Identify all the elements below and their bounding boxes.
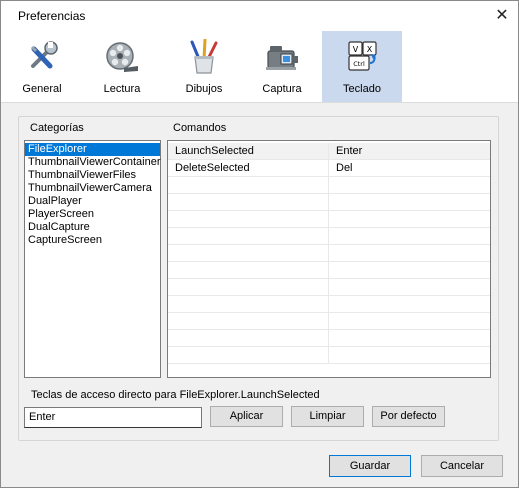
tab-teclado[interactable]: V X Ctrl Teclado [322, 31, 402, 102]
preferences-window: Preferencias ✕ General Lectura Dibujos C… [0, 0, 519, 488]
tab-dibujos[interactable]: Dibujos [175, 31, 233, 102]
keyboard-keys-icon: V X Ctrl [348, 41, 377, 71]
table-row [168, 211, 490, 228]
table-row [168, 347, 490, 364]
table-row [168, 245, 490, 262]
table-row [168, 330, 490, 347]
table-row [168, 279, 490, 296]
table-row [168, 296, 490, 313]
table-row [168, 313, 490, 330]
clear-button[interactable]: Limpiar [291, 406, 364, 427]
title-bar: Preferencias ✕ [1, 1, 518, 31]
list-item[interactable]: CaptureScreen [25, 234, 160, 247]
svg-text:Ctrl: Ctrl [353, 60, 365, 68]
film-reel-icon [106, 42, 138, 72]
tab-lectura[interactable]: Lectura [93, 31, 151, 102]
list-item[interactable]: ThumbnailViewerCamera [25, 182, 160, 195]
table-row[interactable]: DeleteSelected Del [168, 160, 490, 177]
tab-dibujos-label: Dibujos [185, 83, 223, 95]
list-item[interactable]: DualCapture [25, 221, 160, 234]
table-row [168, 177, 490, 194]
tab-captura-label: Captura [262, 83, 302, 95]
tab-teclado-label: Teclado [343, 83, 381, 95]
list-item[interactable]: ThumbnailViewerFiles [25, 169, 160, 182]
table-row [168, 228, 490, 245]
command-name: DeleteSelected [168, 160, 329, 177]
tab-lectura-label: Lectura [103, 83, 141, 95]
shortcut-input[interactable]: Enter [24, 407, 202, 428]
shortcut-label: Teclas de acceso directo para FileExplor… [31, 389, 320, 401]
apply-button[interactable]: Aplicar [210, 406, 283, 427]
tab-captura[interactable]: Captura [253, 31, 311, 102]
commands-grid[interactable]: LaunchSelected Enter DeleteSelected Del [167, 140, 491, 378]
save-button[interactable]: Guardar [329, 455, 411, 477]
tab-general[interactable]: General [13, 31, 71, 102]
close-icon[interactable]: ✕ [489, 5, 515, 27]
categories-list[interactable]: FileExplorer ThumbnailViewerContainer Th… [24, 140, 161, 378]
tools-icon [30, 41, 58, 69]
camera-icon [266, 46, 298, 70]
preferences-tabs: General Lectura Dibujos Captura V X Ctrl… [1, 31, 518, 102]
table-row [168, 262, 490, 279]
window-title: Preferencias [18, 9, 86, 23]
tab-general-label: General [22, 83, 62, 95]
list-item[interactable]: FileExplorer [25, 143, 160, 156]
toolbar-divider [1, 102, 518, 103]
list-item[interactable]: PlayerScreen [25, 208, 160, 221]
commands-label: Comandos [173, 122, 227, 134]
svg-text:V: V [353, 45, 359, 54]
command-name: LaunchSelected [168, 143, 329, 160]
list-item[interactable]: ThumbnailViewerContainer [25, 156, 160, 169]
command-key: Enter [336, 145, 363, 157]
table-row[interactable]: LaunchSelected Enter [168, 143, 490, 160]
categories-label: Categorías [30, 122, 84, 134]
default-button[interactable]: Por defecto [372, 406, 445, 427]
svg-text:X: X [367, 45, 373, 54]
table-row [168, 194, 490, 211]
cancel-button[interactable]: Cancelar [421, 455, 503, 477]
brushes-icon [190, 39, 218, 74]
command-key: Del [336, 162, 353, 174]
list-item[interactable]: DualPlayer [25, 195, 160, 208]
